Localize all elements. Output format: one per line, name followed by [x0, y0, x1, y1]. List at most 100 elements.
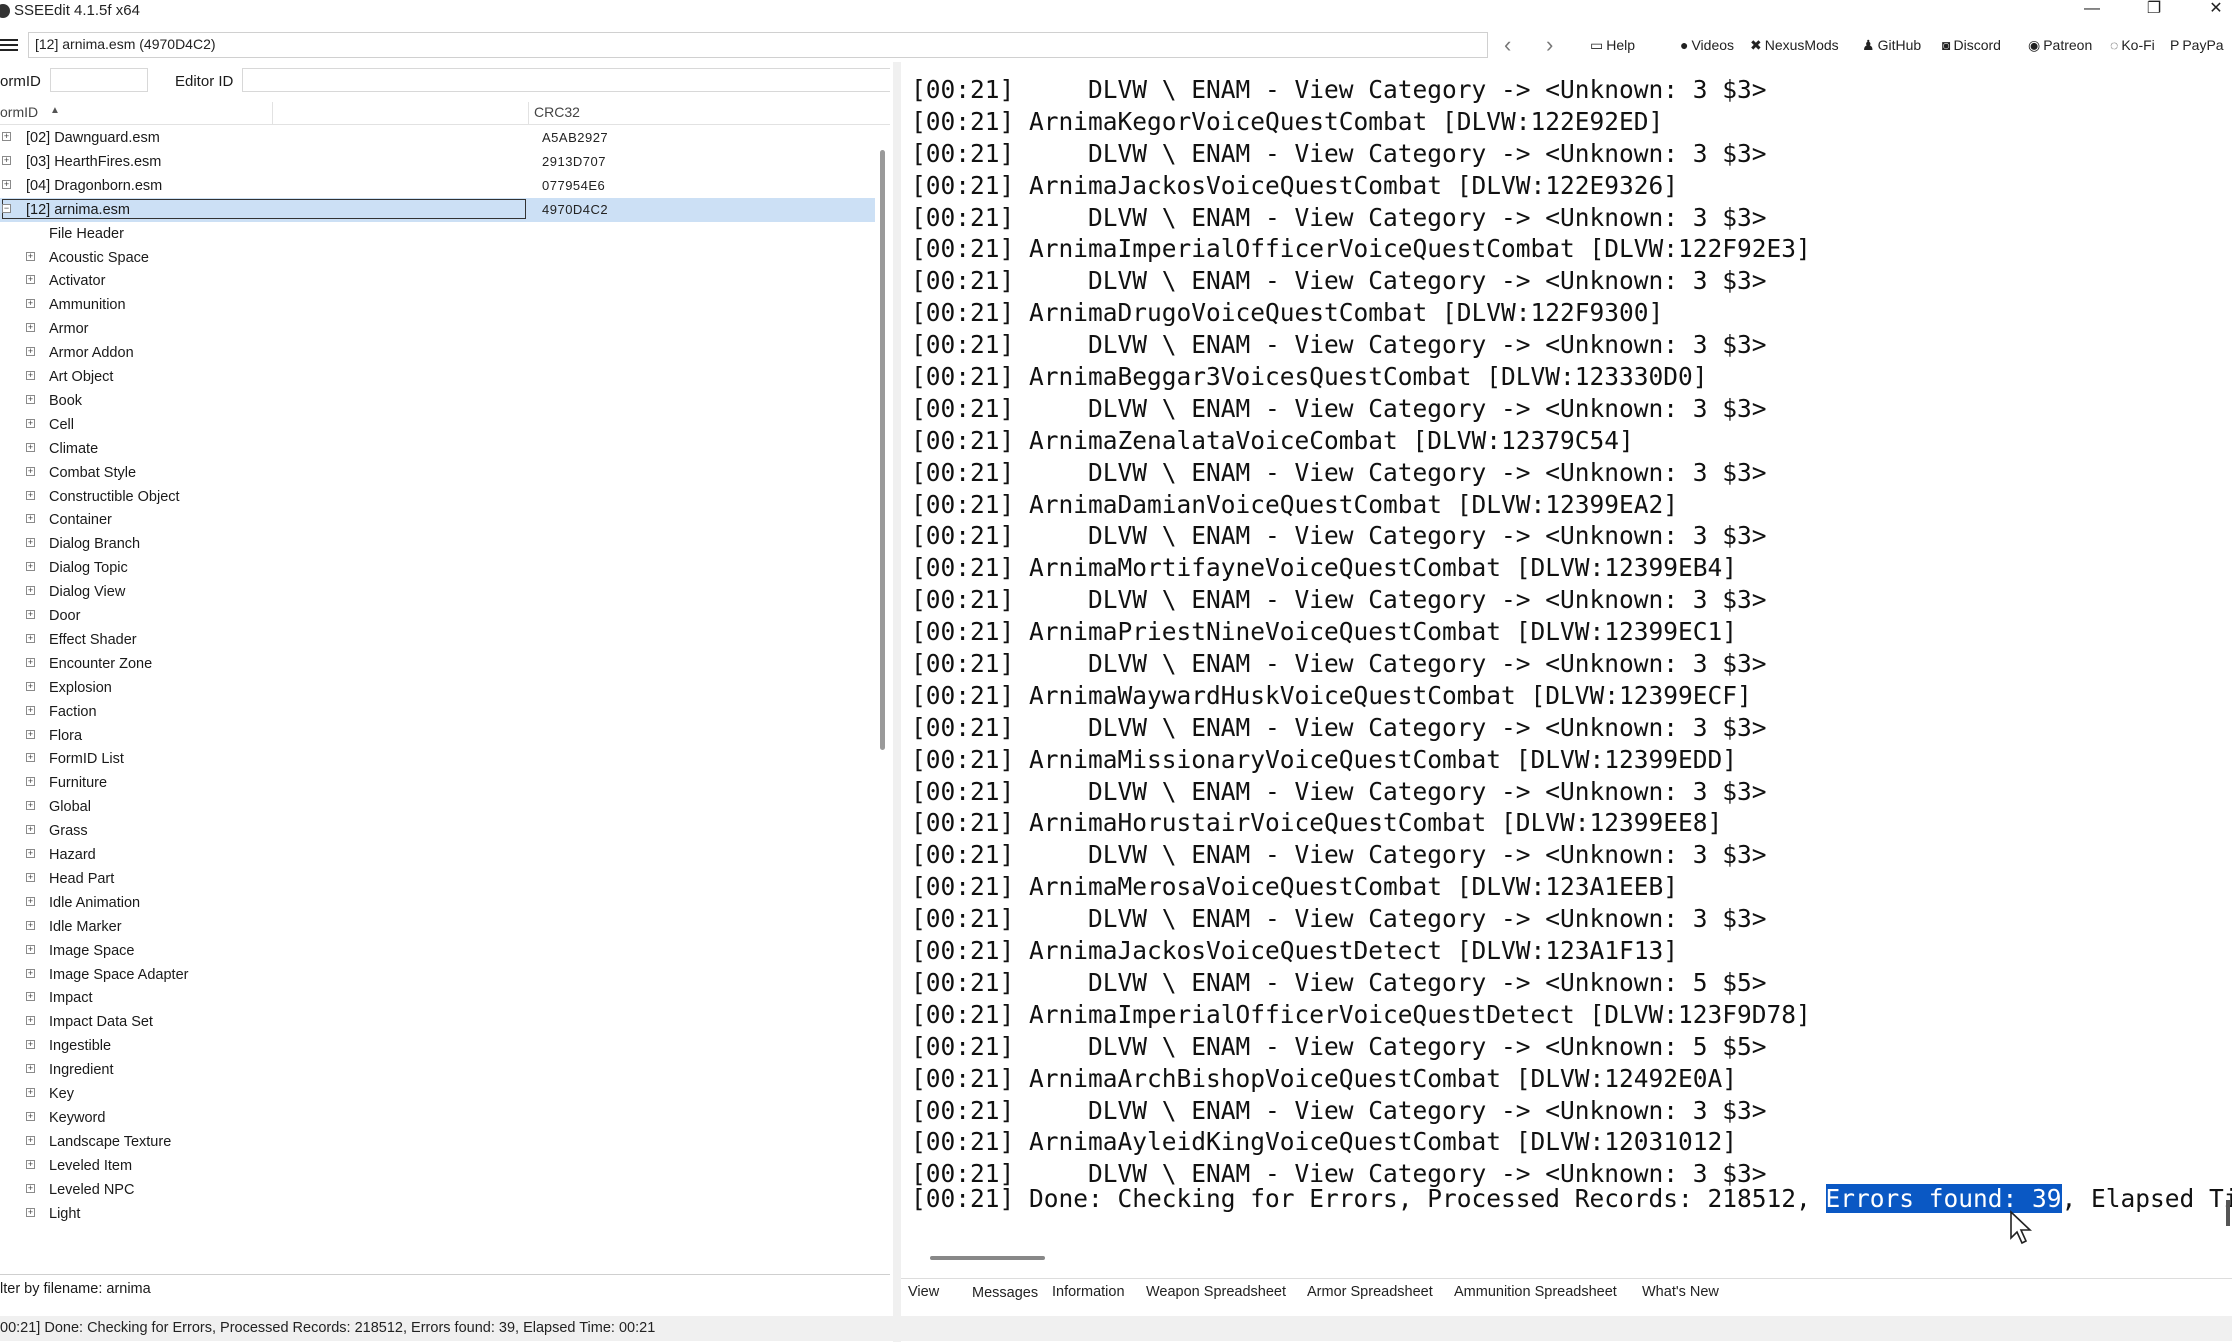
expand-icon[interactable]: +: [26, 896, 35, 906]
tree-row-group[interactable]: + Global: [0, 795, 875, 819]
tree-row-group[interactable]: + Impact Data Set: [0, 1010, 875, 1034]
expand-icon[interactable]: +: [26, 562, 35, 572]
tree-row-group[interactable]: + Grass: [0, 819, 875, 843]
tree-row-group[interactable]: + Image Space Adapter: [0, 963, 875, 987]
expand-icon[interactable]: +: [26, 251, 35, 261]
tree-row-group[interactable]: + Constructible Object: [0, 485, 875, 509]
tree-row-group[interactable]: + Leveled Item: [0, 1154, 875, 1178]
expand-icon[interactable]: +: [2, 179, 11, 189]
tree-row-file-header[interactable]: File Header: [0, 222, 875, 246]
toplink-videos[interactable]: ● Videos: [1680, 37, 1734, 53]
back-arrow-icon[interactable]: ‹: [1504, 34, 1511, 56]
file-selector[interactable]: [12] arnima.esm (4970D4C2): [28, 32, 1488, 58]
tree-row-group[interactable]: + Faction: [0, 700, 875, 724]
tab-what-s-new[interactable]: What's New: [1642, 1284, 1719, 1300]
tree-row-group[interactable]: + Book: [0, 389, 875, 413]
tree-row-group[interactable]: + Keyword: [0, 1106, 875, 1130]
expand-icon[interactable]: +: [26, 968, 35, 978]
toplink-nexusmods[interactable]: ✖ NexusMods: [1750, 37, 1839, 54]
expand-icon[interactable]: +: [26, 944, 35, 954]
expand-icon[interactable]: +: [26, 657, 35, 667]
expand-icon[interactable]: +: [26, 1064, 35, 1074]
toplink-github[interactable]: ♟ GitHub: [1862, 37, 1921, 54]
toplink-patreon[interactable]: ◉ Patreon: [2028, 37, 2092, 54]
expand-icon[interactable]: +: [26, 418, 35, 428]
tree-row-file[interactable]: + [03] HearthFires.esm 2913D707: [0, 150, 875, 174]
minimize-button[interactable]: —: [2072, 0, 2112, 20]
toplink-paypa[interactable]: P PayPa: [2170, 37, 2224, 53]
tree-row-group[interactable]: + Ammunition: [0, 293, 875, 317]
tree-row-group[interactable]: + Landscape Texture: [0, 1130, 875, 1154]
expand-icon[interactable]: +: [26, 729, 35, 739]
tree-row-group[interactable]: + Light: [0, 1202, 875, 1226]
expand-icon[interactable]: +: [26, 825, 35, 835]
tree-row-group[interactable]: + Image Space: [0, 939, 875, 963]
expand-icon[interactable]: +: [26, 490, 35, 500]
expand-icon[interactable]: +: [2, 132, 11, 141]
tree-row-group[interactable]: + Art Object: [0, 365, 875, 389]
tree-row-file[interactable]: − [12] arnima.esm 4970D4C2: [0, 197, 875, 222]
pane-splitter[interactable]: [893, 62, 901, 1342]
tab-weapon-spreadsheet[interactable]: Weapon Spreadsheet: [1146, 1284, 1286, 1300]
expand-icon[interactable]: +: [26, 299, 35, 309]
expand-icon[interactable]: +: [26, 681, 35, 691]
expand-icon[interactable]: +: [26, 1111, 35, 1121]
expand-icon[interactable]: +: [26, 347, 35, 357]
expand-icon[interactable]: +: [26, 920, 35, 930]
tab-armor-spreadsheet[interactable]: Armor Spreadsheet: [1307, 1284, 1433, 1300]
tree-row-group[interactable]: + Acoustic Space: [0, 246, 875, 270]
expand-icon[interactable]: +: [26, 1159, 35, 1169]
expand-icon[interactable]: +: [26, 777, 35, 787]
expand-icon[interactable]: +: [26, 872, 35, 882]
expand-icon[interactable]: +: [26, 1207, 35, 1217]
hamburger-menu-icon[interactable]: [0, 36, 20, 54]
tree-row-file[interactable]: + [04] Dragonborn.esm 077954E6: [0, 174, 875, 198]
expand-icon[interactable]: +: [26, 1088, 35, 1097]
expand-icon[interactable]: +: [26, 1040, 35, 1050]
tree-row-group[interactable]: + Idle Animation: [0, 891, 875, 915]
column-divider[interactable]: [272, 102, 273, 124]
tab-messages[interactable]: Messages: [972, 1285, 1038, 1301]
tree-row-group[interactable]: + Furniture: [0, 771, 875, 795]
tree-row-group[interactable]: + Idle Marker: [0, 915, 875, 939]
expand-icon[interactable]: +: [26, 586, 35, 596]
tab-ammunition-spreadsheet[interactable]: Ammunition Spreadsheet: [1454, 1284, 1617, 1300]
expand-icon[interactable]: +: [26, 323, 35, 333]
filter-by-filename[interactable]: lter by filename: arnima: [0, 1281, 151, 1297]
tree-row-group[interactable]: + Ingestible: [0, 1034, 875, 1058]
vertical-scrollbar[interactable]: [2226, 1200, 2230, 1226]
expand-icon[interactable]: +: [26, 275, 35, 285]
tree-row-group[interactable]: + Armor Addon: [0, 341, 875, 365]
tree-row-group[interactable]: + Climate: [0, 437, 875, 461]
column-header-crc32[interactable]: CRC32: [534, 104, 580, 120]
toplink-ko-fi[interactable]: ◌ Ko-Fi: [2110, 37, 2155, 53]
tree-row-file[interactable]: + [02] Dawnguard.esm A5AB2927: [0, 126, 875, 150]
tree-row-group[interactable]: + Encounter Zone: [0, 652, 875, 676]
tab-information[interactable]: Information: [1052, 1284, 1125, 1300]
tab-view[interactable]: View: [908, 1284, 939, 1300]
tree-row-group[interactable]: + FormID List: [0, 747, 875, 771]
tree-row-group[interactable]: + Ingredient: [0, 1058, 875, 1082]
tree-row-group[interactable]: + Door: [0, 604, 875, 628]
expand-icon[interactable]: +: [26, 394, 35, 404]
toplink-help[interactable]: ▭ Help: [1590, 37, 1635, 54]
tree-row-group[interactable]: + Cell: [0, 413, 875, 437]
toplink-discord[interactable]: ◙ Discord: [1942, 37, 2001, 53]
tree-row-group[interactable]: + Dialog Branch: [0, 532, 875, 556]
column-header-formid[interactable]: ormID: [0, 104, 38, 120]
tree-row-group[interactable]: + Hazard: [0, 843, 875, 867]
expand-icon[interactable]: +: [26, 1183, 35, 1193]
tree-row-group[interactable]: +Lighting Template: [0, 1225, 875, 1226]
tree-row-group[interactable]: + Dialog View: [0, 580, 875, 604]
expand-icon[interactable]: +: [26, 610, 35, 619]
horizontal-scrollbar[interactable]: [930, 1256, 1045, 1260]
tree-row-group[interactable]: + Activator: [0, 269, 875, 293]
tree-row-group[interactable]: + Explosion: [0, 676, 875, 700]
expand-icon[interactable]: +: [26, 538, 35, 548]
expand-icon[interactable]: +: [26, 633, 35, 643]
tree-row-group[interactable]: + Dialog Topic: [0, 556, 875, 580]
tree-scrollbar[interactable]: [880, 150, 885, 750]
expand-icon[interactable]: +: [26, 1135, 35, 1145]
expand-icon[interactable]: +: [26, 442, 35, 452]
expand-icon[interactable]: +: [26, 514, 35, 524]
